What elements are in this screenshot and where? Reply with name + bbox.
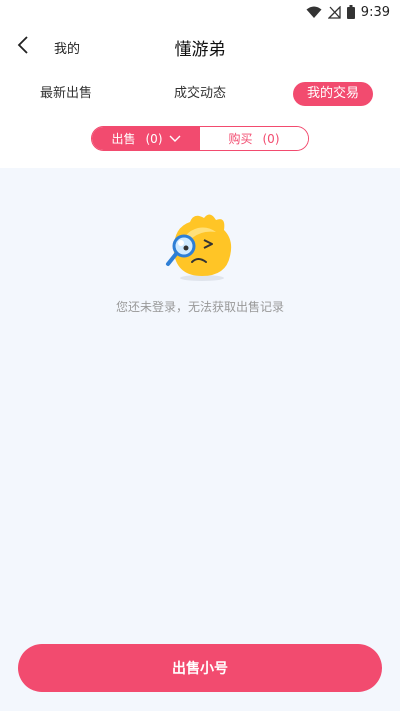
trade-type-segment: 出售 (0) 购买 (0) bbox=[91, 126, 309, 151]
chevron-down-icon bbox=[169, 132, 181, 146]
segment-sell-count: (0) bbox=[145, 131, 163, 146]
segment-buy-count: (0) bbox=[262, 131, 280, 146]
segment-buy[interactable]: 购买 (0) bbox=[200, 127, 308, 150]
trade-list-area: 您还未登录，无法获取出售记录 bbox=[0, 168, 400, 711]
clock-time: 9:39 bbox=[360, 4, 390, 20]
wifi-icon bbox=[306, 6, 322, 19]
status-bar: 9:39 bbox=[0, 0, 400, 24]
segment-buy-label: 购买 bbox=[228, 132, 253, 146]
battery-icon bbox=[346, 5, 355, 19]
segment-sell[interactable]: 出售 (0) bbox=[92, 127, 200, 150]
top-tabs: 最新出售 成交动态 我的交易 bbox=[0, 82, 400, 108]
tab-my-trades[interactable]: 我的交易 bbox=[293, 82, 373, 106]
empty-state-message: 您还未登录，无法获取出售记录 bbox=[115, 300, 284, 314]
tab-deal-activity[interactable]: 成交动态 bbox=[162, 82, 238, 106]
tab-latest-sales[interactable]: 最新出售 bbox=[30, 82, 102, 106]
segment-sell-label: 出售 bbox=[111, 132, 136, 146]
page-title: 懂游弟 bbox=[174, 40, 226, 60]
sell-account-button[interactable]: 出售小号 bbox=[18, 644, 382, 692]
nav-bar: 我的 懂游弟 bbox=[0, 24, 400, 70]
no-signal-icon bbox=[327, 5, 341, 19]
magnifier-mascot-icon bbox=[160, 210, 240, 286]
